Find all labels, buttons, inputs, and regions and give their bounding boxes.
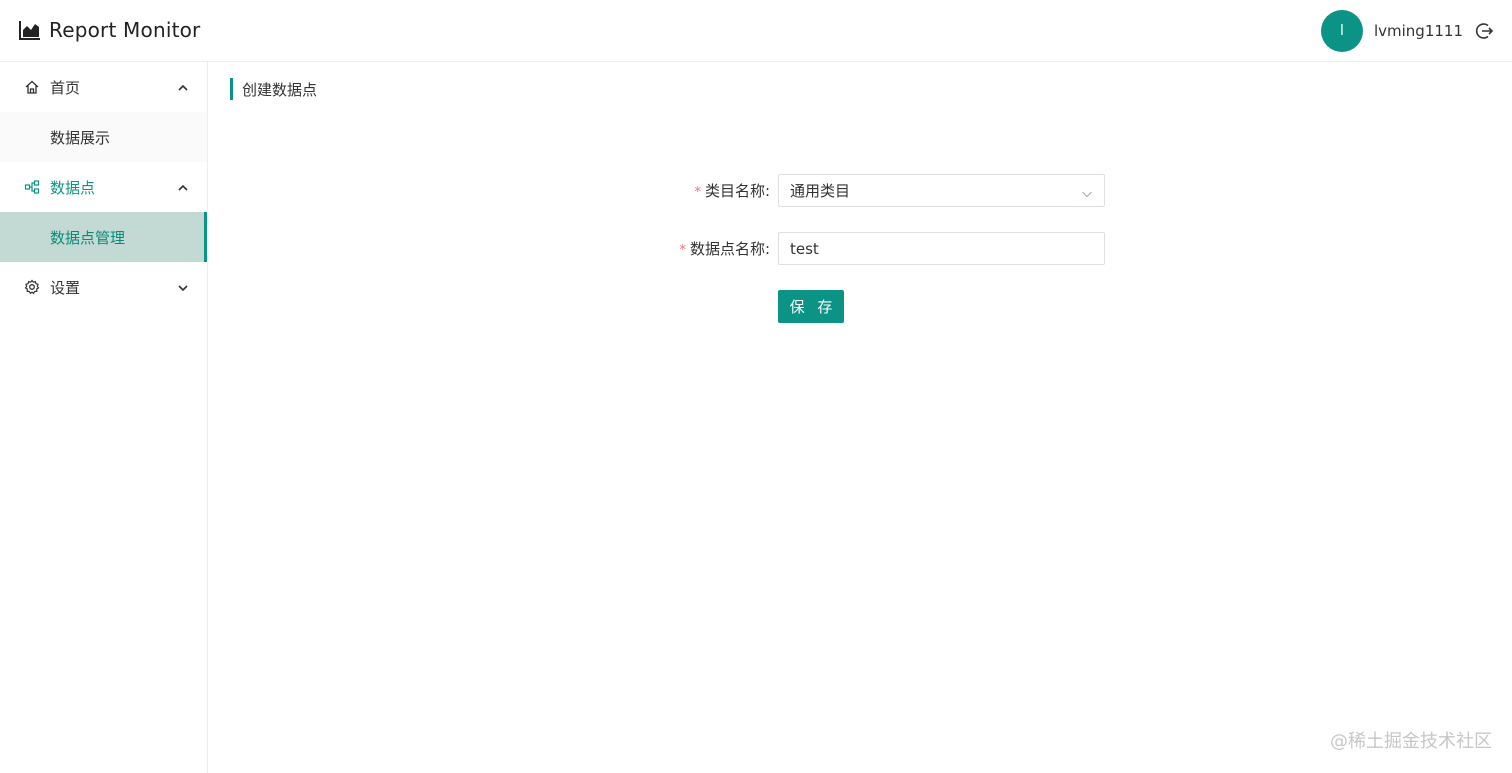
sidebar-group-label: 设置 [50, 278, 81, 297]
area-chart-icon [18, 18, 42, 42]
category-select-value: 通用类目 [790, 182, 851, 200]
user-area: l lvming1111 [1320, 10, 1494, 52]
sidebar-item-label: 数据点管理 [50, 228, 126, 247]
chevron-up-icon [177, 180, 189, 192]
sidebar-item-data-display[interactable]: 数据展示 [0, 112, 207, 162]
chevron-down-icon [177, 280, 189, 292]
sidebar-item-label: 数据展示 [50, 128, 111, 147]
sidebar-group-label: 数据点 [50, 178, 96, 197]
sidebar-group-settings[interactable]: 设置 [0, 262, 207, 312]
sidebar-group-home[interactable]: 首页 [0, 62, 207, 112]
category-label: * 类目名称: [658, 180, 778, 201]
datapoint-label: * 数据点名称: [658, 238, 778, 259]
datapoint-name-input[interactable] [778, 232, 1105, 265]
nodes-icon [24, 179, 40, 195]
sidebar-group-datapoint[interactable]: 数据点 [0, 162, 207, 212]
main-content: 创建数据点 *类目名称: 通用类目 *数据点名称: 保 存 [208, 62, 1512, 773]
save-button[interactable]: 保 存 [778, 290, 844, 323]
sidebar: 首页 数据展示 数据点 数据点管理 设置 [0, 62, 208, 773]
username: lvming1111 [1373, 22, 1463, 40]
chevron-up-icon [177, 80, 189, 92]
avatar[interactable]: l [1320, 10, 1363, 52]
category-select[interactable]: 通用类目 [778, 174, 1105, 207]
avatar-letter: l [1340, 23, 1344, 39]
sidebar-group-label: 首页 [50, 78, 81, 97]
app-title: Report Monitor [49, 18, 201, 42]
app-header: Report Monitor l lvming1111 [0, 0, 1512, 62]
form-row-datapoint: * 数据点名称: [658, 232, 1105, 265]
gear-icon [24, 279, 40, 295]
logout-icon[interactable] [1474, 21, 1494, 41]
page-title: 创建数据点 [242, 80, 318, 99]
page-title-block: 创建数据点 [230, 78, 317, 100]
home-icon [24, 79, 40, 95]
chevron-down-icon [1081, 186, 1093, 198]
form-row-category: * 类目名称: 通用类目 [658, 174, 1105, 207]
category-label-text: 类目名称: [704, 182, 770, 200]
required-mark: * [679, 243, 686, 258]
watermark: @稀土掘金技术社区 [1330, 731, 1492, 752]
sidebar-item-datapoint-management[interactable]: 数据点管理 [0, 212, 207, 262]
brand[interactable]: Report Monitor [18, 18, 200, 42]
datapoint-label-text: 数据点名称: [689, 240, 770, 258]
required-mark: * [694, 185, 701, 200]
